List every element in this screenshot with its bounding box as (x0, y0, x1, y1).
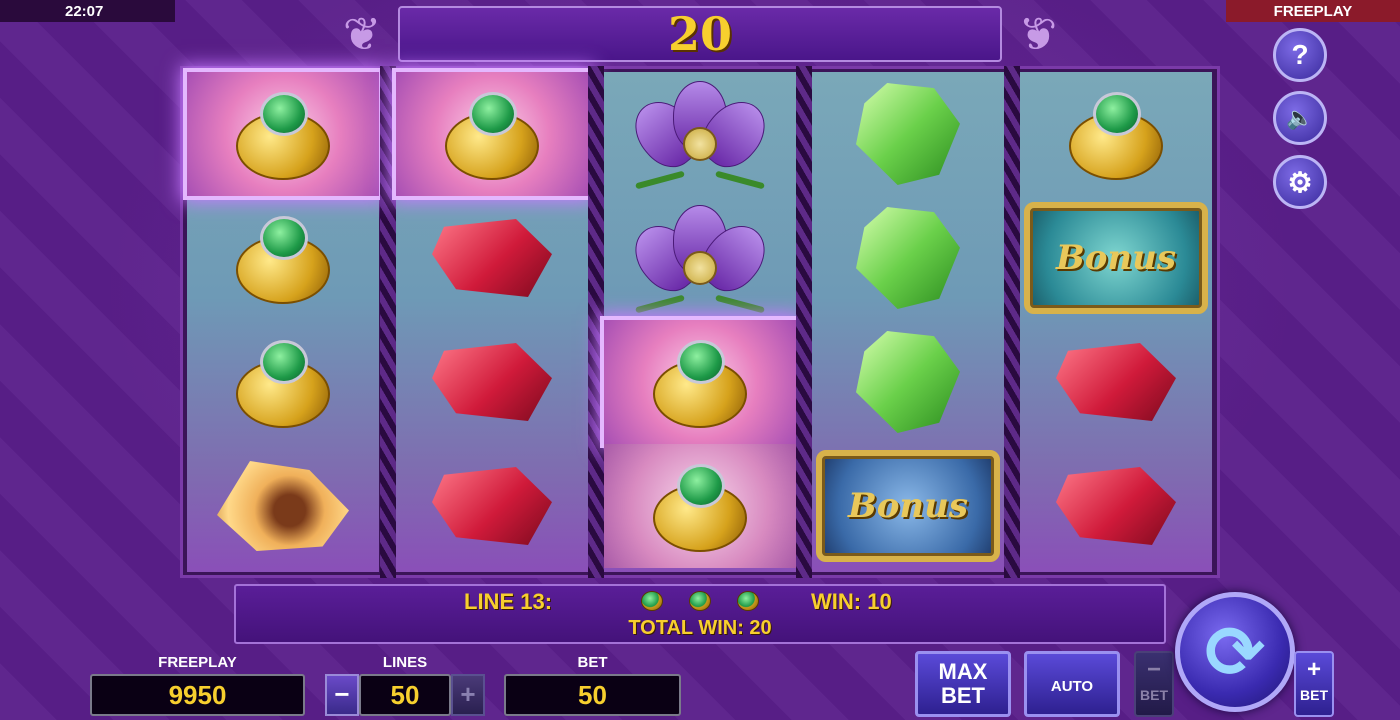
reel-symbol-ring (1020, 72, 1212, 196)
reel-symbol-ring (604, 444, 796, 568)
max-bet-button[interactable]: MAX BET (915, 651, 1011, 717)
reel-symbol-ruby (396, 444, 588, 568)
reel-5: Bonus (1020, 72, 1212, 572)
reel-divider (588, 66, 604, 578)
bonus-symbol: Bonus (816, 450, 1000, 562)
freeplay-mode-badge: FREEPLAY (1226, 0, 1400, 22)
flower-icon (622, 79, 778, 190)
speaker-muted-icon: 🔈 (1286, 105, 1314, 130)
reel-symbol-ruby (1020, 320, 1212, 444)
reel-symbol-ruby (1020, 444, 1212, 568)
ruby-icon (432, 343, 552, 421)
clock: 22:07 (0, 0, 175, 22)
ruby-icon (1056, 343, 1176, 421)
bonus-symbol: Bonus (1024, 202, 1208, 314)
bet-label: BET (577, 654, 608, 671)
reel-4: Bonus (812, 72, 1004, 572)
refresh-icon: ⟳ (1204, 610, 1266, 694)
spin-button[interactable]: ⟳ (1175, 592, 1295, 712)
lines-label: LINES (382, 654, 428, 671)
freeplay-balance: 9950 (90, 674, 305, 716)
max-bet-line1: MAX (938, 659, 988, 684)
reel-symbol-ring (392, 68, 592, 200)
settings-button[interactable]: ⚙ (1273, 155, 1327, 209)
freeplay-label: FREEPLAY (158, 654, 237, 671)
emerald-icon (856, 83, 960, 185)
reel-divider (380, 66, 396, 578)
reel-symbol-emerald (812, 320, 1004, 444)
reel-symbol-ruby (396, 196, 588, 320)
bet-value: 50 (504, 674, 681, 716)
question-icon: ? (1291, 39, 1309, 70)
lines-increase-button[interactable]: + (451, 674, 485, 716)
reel-symbol-topaz (187, 444, 379, 568)
reel-symbol-flower (604, 196, 796, 320)
reel-symbol-emerald (812, 72, 1004, 196)
reel-symbol-ring (187, 196, 379, 320)
line-win-label: WIN: 10 (811, 589, 892, 614)
reel-symbol-emerald (812, 196, 1004, 320)
lines-value: 50 (359, 674, 451, 716)
max-bet-line2: BET (941, 683, 985, 708)
bet-decrease-label: BET (1140, 687, 1168, 703)
reel-divider (796, 66, 812, 578)
ruby-icon (432, 467, 552, 545)
reel-symbol-bonus: Bonus (1020, 196, 1212, 320)
reel-3 (600, 72, 800, 572)
right-ornament-icon: ❦ (1018, 7, 1058, 61)
reel-2 (392, 68, 592, 572)
ring-icon (737, 591, 759, 611)
reel-symbol-ring (187, 320, 379, 444)
ring-icon (437, 86, 547, 182)
reel-symbol-ring (183, 68, 383, 200)
emerald-icon (856, 207, 960, 309)
bet-increase-label: BET (1300, 687, 1328, 703)
lines-decrease-button[interactable]: − (325, 674, 359, 716)
autoplay-button[interactable]: AUTO (1024, 651, 1120, 717)
ruby-icon (1056, 467, 1176, 545)
ring-icon (228, 86, 338, 182)
ring-icon (1061, 86, 1171, 182)
flower-icon (622, 203, 778, 314)
ring-icon (228, 334, 338, 430)
reel-divider (1004, 66, 1020, 578)
reel-symbol-ring (600, 316, 800, 448)
reel-symbol-bonus: Bonus (812, 444, 1004, 568)
ring-icon (228, 210, 338, 306)
reel-symbol-ruby (396, 320, 588, 444)
help-button[interactable]: ? (1273, 28, 1327, 82)
reel-symbol-flower (604, 72, 796, 196)
emerald-icon (856, 331, 960, 433)
winning-line-label: LINE 13: (464, 589, 553, 614)
ring-icon (645, 334, 755, 430)
left-ornament-icon: ❦ (342, 7, 382, 61)
topaz-icon (217, 461, 349, 551)
minus-icon: − (1146, 656, 1161, 683)
sound-toggle-button[interactable]: 🔈 (1273, 91, 1327, 145)
gear-icon: ⚙ (1287, 166, 1313, 198)
plus-icon: + (1306, 656, 1321, 683)
bet-decrease-button[interactable]: − BET (1134, 651, 1174, 717)
ring-icon (689, 591, 711, 611)
reel-1 (183, 68, 383, 572)
ruby-icon (432, 219, 552, 297)
auto-label: AUTO (1050, 678, 1094, 695)
ring-icon (641, 591, 663, 611)
ring-icon (645, 458, 755, 554)
win-amount-banner: 20 (398, 6, 1002, 62)
bet-increase-button[interactable]: + BET (1294, 651, 1334, 717)
